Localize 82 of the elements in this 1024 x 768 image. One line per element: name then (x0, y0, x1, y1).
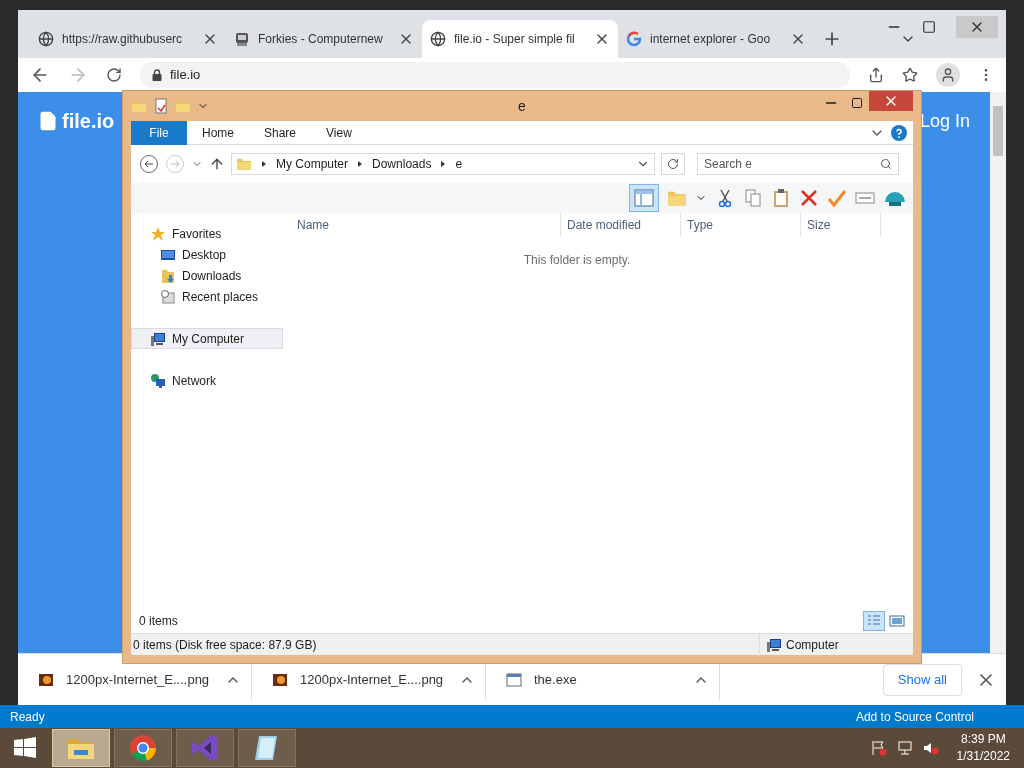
program-window-icon (506, 671, 522, 688)
status-text: 0 items (Disk free space: 87.9 GB) (133, 636, 318, 654)
refresh-icon (667, 158, 679, 170)
computer-icon (150, 330, 166, 347)
item-count: 0 items (139, 613, 178, 630)
address-bar[interactable]: file.io (140, 62, 850, 88)
breadcrumb-item[interactable]: My Computer (276, 155, 349, 173)
nav-item[interactable]: My Computer (131, 328, 283, 349)
location-text: Computer (786, 636, 839, 654)
status-text: Ready (10, 708, 45, 726)
share-icon[interactable] (868, 67, 884, 83)
source-control-text[interactable]: Add to Source Control (855, 707, 974, 726)
properties-icon[interactable] (153, 98, 169, 114)
folder-download-icon (160, 267, 176, 284)
taskbar-app[interactable] (238, 729, 296, 767)
profile-avatar[interactable] (936, 63, 960, 87)
image-file-icon (272, 671, 288, 688)
window-title: e (518, 96, 526, 116)
column-header[interactable]: Size (801, 213, 881, 237)
address-bar[interactable]: My Computer Downloads e (231, 153, 655, 175)
download-item[interactable]: 1200px-Internet_E....png (66, 669, 213, 690)
search-input[interactable]: Search e (704, 155, 880, 173)
search-icon[interactable] (880, 158, 892, 170)
computer-icon (766, 636, 782, 653)
new-folder-icon (175, 98, 191, 114)
chevron-right-icon[interactable] (260, 160, 268, 168)
lock-icon (152, 69, 162, 81)
up-icon[interactable] (209, 156, 225, 172)
nav-item[interactable]: Favorites (131, 223, 283, 244)
bookmark-star-icon[interactable] (902, 67, 918, 83)
chrome-icon (127, 732, 159, 764)
windows-logo-icon (13, 736, 37, 760)
column-header[interactable]: Name (291, 213, 561, 237)
image-file-icon (38, 671, 54, 688)
nav-item[interactable]: Network (131, 370, 283, 391)
ribbon-tab[interactable]: Share (249, 120, 312, 145)
large-icons-view-icon[interactable] (889, 613, 905, 629)
browser-tab[interactable]: Forkies - Computernew (226, 20, 422, 58)
folder-icon (131, 98, 147, 114)
column-header[interactable]: Date modified (561, 213, 681, 237)
search-field[interactable]: Search e (697, 153, 899, 175)
ribbon-tab[interactable]: View (311, 120, 367, 145)
browser-tab[interactable]: https://raw.githubuserc (30, 20, 226, 58)
delete-x-icon[interactable] (799, 188, 819, 208)
maximize-icon[interactable] (922, 20, 936, 34)
file-icon (38, 109, 58, 133)
empty-folder-message: This folder is empty. (523, 252, 631, 269)
network-tray-icon[interactable] (896, 740, 913, 756)
maximize-icon[interactable] (851, 97, 863, 109)
app-icon (234, 31, 250, 47)
help-icon[interactable] (891, 124, 907, 141)
clipboard-icon[interactable] (771, 188, 791, 208)
globe-icon (38, 31, 54, 47)
reload-icon[interactable] (106, 67, 122, 83)
network-icon (150, 372, 166, 389)
folder-icon (236, 156, 252, 172)
google-g-icon (626, 31, 642, 47)
globe-icon (430, 31, 446, 47)
browser-tab[interactable]: internet explorer - Goo (618, 20, 814, 58)
checkmark-icon[interactable] (827, 188, 847, 208)
ribbon-tab[interactable]: File (131, 120, 187, 145)
taskbar-app[interactable] (114, 729, 172, 767)
star-icon (150, 225, 166, 242)
details-list-icon (867, 614, 881, 628)
ribbon-tab[interactable]: Home (187, 120, 249, 145)
refresh-button[interactable] (661, 153, 685, 175)
clock[interactable]: 8:39 PM 1/31/2022 (956, 731, 1010, 765)
column-header[interactable]: Type (681, 213, 801, 237)
nav-item[interactable]: Downloads (131, 265, 283, 286)
back-icon[interactable] (139, 154, 159, 174)
download-item[interactable]: the.exe (534, 669, 681, 690)
breadcrumb-item[interactable]: Downloads (372, 155, 432, 173)
browser-tab[interactable]: file.io - Super simple fil (422, 20, 618, 58)
scrollbar[interactable] (990, 92, 1006, 653)
nav-item[interactable]: Desktop (131, 244, 283, 265)
recent-places-icon (160, 288, 176, 305)
nav-item[interactable]: Recent places (131, 286, 283, 307)
breadcrumb-item[interactable]: e (455, 155, 463, 173)
flag-icon[interactable] (870, 740, 887, 756)
visual-studio-icon (189, 732, 221, 764)
speaker-muted-icon[interactable] (922, 740, 939, 756)
download-item[interactable]: 1200px-Internet_E....png (300, 669, 447, 690)
